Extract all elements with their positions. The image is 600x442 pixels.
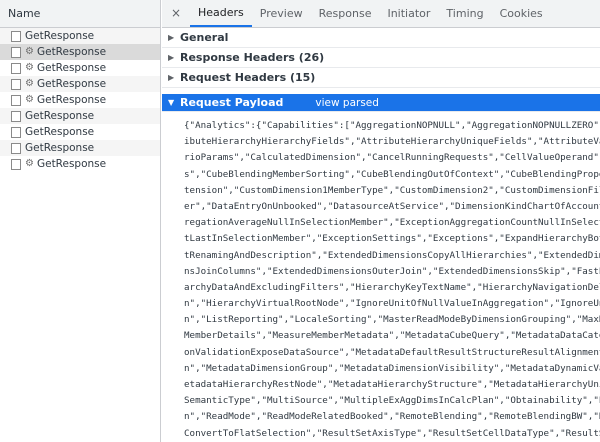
request-checkbox-icon [11, 126, 21, 138]
request-row[interactable]: ⚙ GetResponse [0, 60, 160, 76]
payload-line: SemanticType","MultiSource","MultipleExA… [184, 395, 600, 407]
triangle-right-icon: ▶ [168, 52, 175, 62]
request-checkbox-icon [11, 142, 21, 154]
request-checkbox-icon [11, 94, 21, 106]
request-name: GetResponse [25, 126, 95, 138]
request-checkbox-icon [11, 30, 21, 42]
request-name: GetResponse [36, 78, 107, 90]
payload-line: tension","CustomDimension1MemberType","C… [184, 184, 600, 196]
tab-cookies[interactable]: Cookies [492, 0, 551, 27]
request-list: GetResponse ⚙ GetResponse ⚙ GetResponse ⚙ GetR… [0, 28, 160, 172]
tab-preview[interactable]: Preview [252, 0, 311, 27]
request-list-panel: Name GetResponse ⚙ GetResponse ⚙ GetResponse… [0, 0, 161, 442]
payload-line: n","HierarchyVirtualRootNode","IgnoreUni… [184, 298, 600, 310]
general-section-label: General [180, 30, 229, 44]
response-headers-section-label: Response Headers (26) [180, 50, 325, 64]
request-name: GetResponse [25, 142, 95, 154]
tab-headers[interactable]: Headers [190, 0, 252, 27]
triangle-down-icon: ▼ [168, 97, 175, 107]
tab-initiator[interactable]: Initiator [379, 0, 438, 27]
request-checkbox-icon [11, 110, 21, 122]
request-name: GetResponse [25, 30, 95, 42]
request-row[interactable]: GetResponse [0, 108, 160, 124]
payload-line: s","CubeBlendingMemberSorting","CubeBlen… [184, 168, 600, 180]
request-name: GetResponse [36, 158, 107, 170]
gear-icon: ⚙ [25, 62, 34, 73]
request-details-panel: × Headers Preview Response Initiator Timing C… [162, 0, 600, 442]
payload-line: n","ReadMode","ReadModeRelatedBooked","R… [184, 411, 600, 423]
request-row[interactable]: GetResponse [0, 124, 160, 140]
request-row[interactable]: ⚙ GetResponse [0, 92, 160, 108]
payload-line: tRenamingAndDescription","ExtendedDimens… [184, 249, 600, 261]
request-headers-section-header[interactable]: ▶ Request Headers (15) [162, 68, 600, 88]
request-payload-body: {"Analytics":{"Capabilities":["Aggregati… [162, 112, 600, 442]
response-headers-section-header[interactable]: ▶ Response Headers (26) [162, 48, 600, 68]
payload-line: {"Analytics":{"Capabilities":["Aggregati… [184, 120, 600, 131]
payload-line: ConvertToFlatSelection","ResultSetAxisTy… [184, 427, 600, 439]
payload-line: nsJoinColumns","ExtendedDimensionsOuterJ… [184, 265, 600, 277]
payload-line: ibuteHierarchyHierarchyFields","Attribut… [184, 136, 600, 148]
request-name: GetResponse [36, 94, 107, 106]
request-headers-section-label: Request Headers (15) [180, 70, 316, 84]
triangle-right-icon: ▶ [168, 32, 175, 42]
tab-response[interactable]: Response [311, 0, 380, 27]
request-checkbox-icon [11, 62, 21, 74]
payload-line: regationAverageNullInSelectionMember","E… [184, 217, 600, 229]
triangle-right-icon: ▶ [168, 72, 175, 82]
request-name: GetResponse [36, 62, 107, 74]
name-column-header[interactable]: Name [0, 0, 160, 28]
payload-line: n","ListReporting","LocaleSorting","Mast… [184, 314, 600, 326]
payload-line: archyDataAndExcludingFilters","Hierarchy… [184, 281, 600, 293]
request-payload-section-header[interactable]: ▼ Request Payload view parsed [162, 94, 600, 112]
payload-line: MemberDetails","MeasureMemberMetadata","… [184, 330, 600, 342]
request-checkbox-icon [11, 158, 21, 170]
payload-line: tLastInSelectionMember","ExceptionSettin… [184, 233, 600, 245]
details-tab-bar: × Headers Preview Response Initiator Timing C… [162, 0, 600, 28]
gear-icon: ⚙ [25, 94, 34, 105]
request-checkbox-icon [11, 46, 21, 58]
gear-icon: ⚙ [25, 158, 34, 169]
tab-timing[interactable]: Timing [438, 0, 491, 27]
request-payload-section-label: Request Payload [180, 95, 284, 109]
payload-line: er","DataEntryOnUnbooked","DatasourceAtS… [184, 200, 600, 212]
general-section-header[interactable]: ▶ General [162, 28, 600, 48]
payload-line: rioParams","CalculatedDimension","Cancel… [184, 152, 600, 164]
request-name: GetResponse [36, 46, 107, 58]
request-name: GetResponse [25, 110, 95, 122]
gear-icon: ⚙ [25, 46, 34, 57]
request-row[interactable]: ⚙ GetResponse [0, 44, 160, 60]
request-row[interactable]: ⚙ GetResponse [0, 156, 160, 172]
payload-line: etadataHierarchyRestNode","MetadataHiera… [184, 379, 600, 390]
close-icon[interactable]: × [168, 0, 184, 27]
payload-line: onValidationExposeDataSource","MetadataD… [184, 346, 600, 358]
request-row[interactable]: GetResponse [0, 28, 160, 44]
gear-icon: ⚙ [25, 78, 34, 89]
request-row[interactable]: ⚙ GetResponse [0, 76, 160, 92]
request-checkbox-icon [11, 78, 21, 90]
payload-line: n","MetadataDimensionGroup","MetadataDim… [184, 362, 600, 374]
request-row[interactable]: GetResponse [0, 140, 160, 156]
view-parsed-link[interactable]: view parsed [315, 94, 379, 112]
